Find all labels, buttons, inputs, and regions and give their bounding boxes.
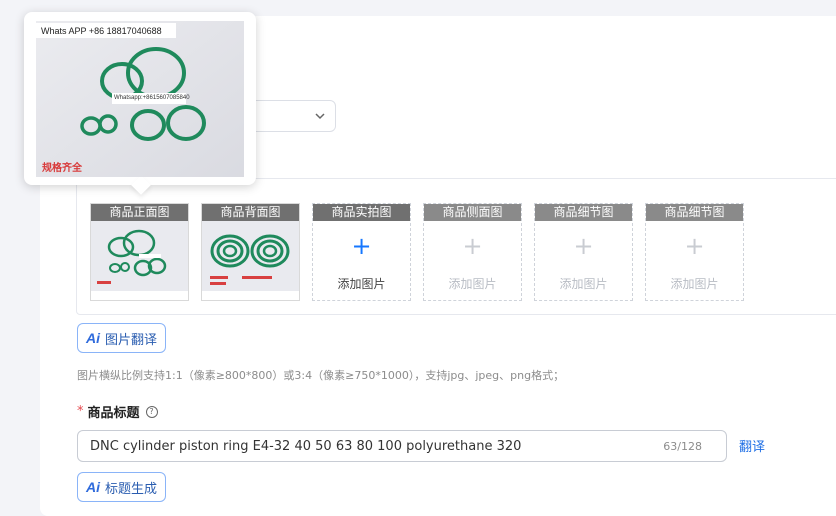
product-title-input[interactable]: DNC cylinder piston ring E4-32 40 50 63 … [77, 430, 727, 462]
ai-icon: Ai [86, 330, 100, 346]
product-title-value[interactable]: DNC cylinder piston ring E4-32 40 50 63 … [90, 439, 521, 454]
slot-label: 商品正面图 [91, 204, 188, 221]
slot-label: 商品细节图 [646, 204, 743, 221]
required-mark: * [77, 404, 84, 419]
title-generate-label: 标题生成 [105, 481, 158, 497]
slot-label: 商品侧面图 [424, 204, 521, 221]
title-label-text: 商品标题 [87, 406, 140, 421]
help-icon[interactable]: ? [145, 405, 158, 418]
plus-icon: + [573, 232, 594, 260]
plus-icon: + [351, 232, 372, 260]
slot-label: 商品背面图 [202, 204, 299, 221]
product-thumbnail[interactable] [202, 221, 299, 291]
image-slot-back[interactable]: 商品背面图 [201, 203, 300, 301]
watermark-top: Whats APP +86 18817040688 [41, 26, 162, 36]
ai-icon: Ai [86, 479, 100, 495]
image-requirements-hint: 图片横纵比例支持1:1（像素≥800*800）或3:4（像素≥750*1000）… [77, 369, 565, 382]
chevron-down-icon [315, 113, 325, 120]
plus-icon: + [462, 232, 483, 260]
image-translate-button[interactable]: Ai 图片翻译 [77, 323, 167, 353]
add-image-label: 添加图片 [670, 277, 719, 291]
image-slot-detail-1: 商品细节图 + 添加图片 [534, 203, 633, 301]
add-image-label: 添加图片 [337, 277, 386, 291]
image-translate-label: 图片翻译 [105, 332, 158, 348]
slot-label: 商品细节图 [535, 204, 632, 221]
image-slot-side: 商品侧面图 + 添加图片 [423, 203, 522, 301]
add-image-label: 添加图片 [448, 277, 497, 291]
watermark-middle: Whatsapp:+8615607085840 [114, 95, 190, 101]
title-field-label: * 商品标题 ? [77, 402, 158, 421]
add-image-label: 添加图片 [559, 277, 608, 291]
title-generate-button[interactable]: Ai 标题生成 [77, 472, 167, 502]
image-slot-front[interactable]: 商品正面图 [90, 203, 189, 301]
plus-icon: + [684, 232, 705, 260]
image-preview-popover: Whats APP +86 18817040688 Whatsapp:+8615… [24, 12, 256, 195]
product-thumbnail[interactable] [91, 221, 188, 291]
image-slot-detail-2: 商品细节图 + 添加图片 [645, 203, 744, 301]
char-counter: 63/128 [663, 440, 702, 453]
slot-label: 商品实拍图 [313, 204, 410, 221]
title-translate-link[interactable]: 翻译 [739, 436, 765, 455]
image-slot-live[interactable]: 商品实拍图 + 添加图片 [312, 203, 411, 301]
preview-caption: 规格齐全 [42, 163, 82, 174]
